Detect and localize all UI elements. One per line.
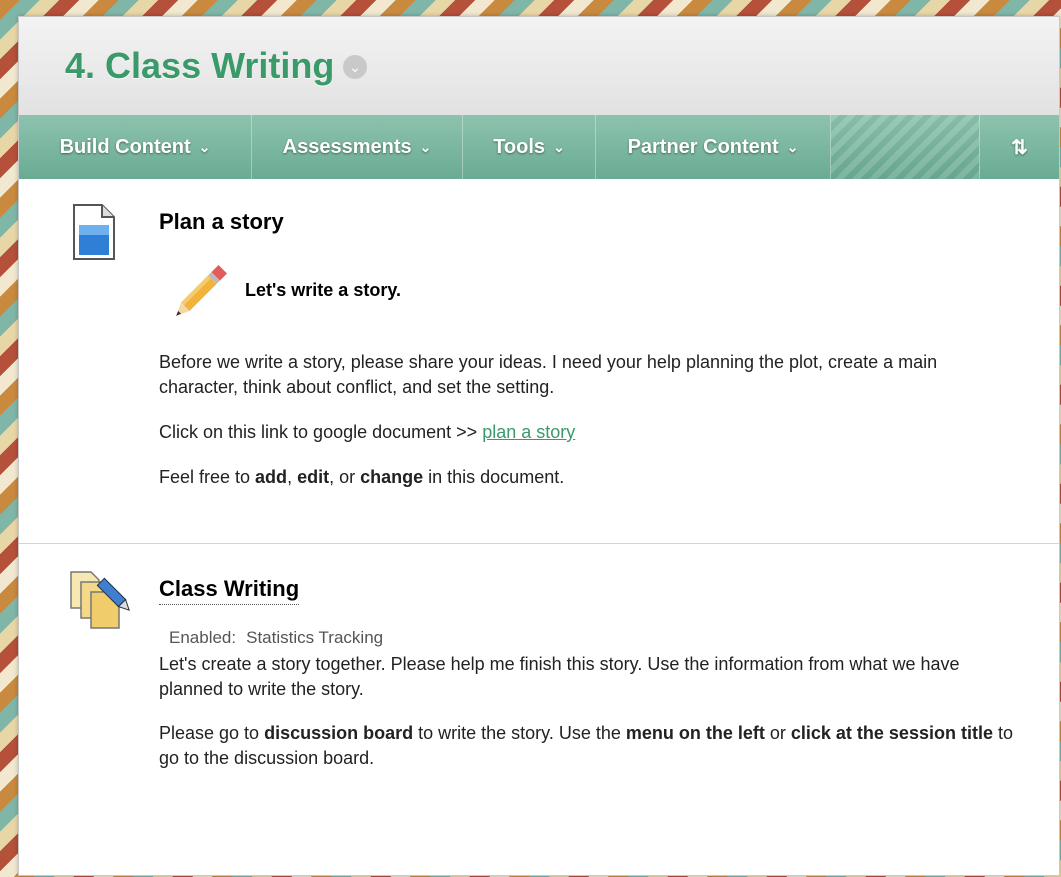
- chevron-down-icon: ⌄: [419, 138, 432, 155]
- assessments-menu-button[interactable]: Assessments ⌄: [252, 115, 463, 179]
- item-title: Plan a story: [159, 209, 284, 234]
- text-run: Please go to: [159, 723, 265, 743]
- toolbar-spacer: [831, 115, 980, 179]
- enabled-value: Statistics Tracking: [246, 628, 384, 647]
- bold-run: click at the session title: [790, 723, 993, 743]
- instruction-paragraph: Feel free to add, edit, or change in thi…: [159, 465, 1019, 490]
- link-prefix-text: Click on this link to google document >>: [159, 422, 483, 442]
- reorder-button[interactable]: ⇅: [980, 115, 1059, 179]
- bold-run: menu on the left: [625, 723, 765, 743]
- page-title: 4. Class Writing: [65, 45, 335, 86]
- chevron-down-icon: ⌄: [553, 138, 565, 155]
- item-description: Let's create a story together. Please he…: [159, 654, 960, 699]
- enabled-label: Enabled:: [169, 628, 237, 647]
- text-run: or: [764, 723, 791, 743]
- item-description: Before we write a story, please share yo…: [159, 352, 938, 397]
- text-run: to write the story. Use the: [413, 723, 626, 743]
- bold-run: add: [255, 467, 288, 487]
- document-icon: [73, 204, 115, 260]
- bold-run: edit: [297, 467, 330, 487]
- build-content-menu-button[interactable]: Build Content ⌄: [19, 115, 252, 179]
- action-toolbar: Build Content ⌄ Assessments ⌄ Tools ⌄ Pa…: [19, 115, 1059, 179]
- instruction-paragraph: Please go to discussion board to write t…: [159, 721, 1019, 771]
- chevron-down-icon: ⌄: [198, 138, 211, 155]
- bold-run: discussion board: [264, 723, 414, 743]
- class-writing-link[interactable]: Class Writing: [159, 576, 300, 605]
- partner-content-label: Partner Content: [627, 135, 779, 158]
- chevron-down-icon: ⌄: [786, 138, 799, 155]
- enabled-status: Enabled: Statistics Tracking: [169, 628, 393, 648]
- content-frame: 4. Class Writing ⌄ Build Content ⌄ Asses…: [18, 16, 1060, 876]
- title-menu-chevron-icon[interactable]: ⌄: [343, 55, 367, 79]
- reorder-icon: ⇅: [1011, 136, 1028, 159]
- lead-text: Let's write a story.: [245, 280, 401, 300]
- link-paragraph: Click on this link to google document >>…: [159, 420, 1019, 445]
- plan-a-story-link[interactable]: plan a story: [482, 422, 575, 442]
- page-header: 4. Class Writing ⌄: [19, 17, 1059, 116]
- tools-label: Tools: [493, 135, 546, 158]
- text-run: ,: [287, 467, 298, 487]
- build-content-label: Build Content: [59, 135, 191, 158]
- assessments-label: Assessments: [282, 135, 412, 158]
- text-run: Feel free to: [159, 467, 256, 487]
- content-item-class-writing: Class Writing Enabled: Statistics Trackin…: [19, 544, 1059, 875]
- content-item-plan-a-story: Plan a story Let's write a story. Before…: [19, 179, 1059, 544]
- text-run: in this document.: [423, 467, 565, 487]
- partner-content-menu-button[interactable]: Partner Content ⌄: [596, 115, 831, 179]
- text-run: , or: [329, 467, 361, 487]
- pencil-icon: [176, 265, 227, 316]
- bold-run: change: [360, 467, 424, 487]
- discussion-forum-icon: [70, 571, 130, 629]
- tools-menu-button[interactable]: Tools ⌄: [463, 115, 596, 179]
